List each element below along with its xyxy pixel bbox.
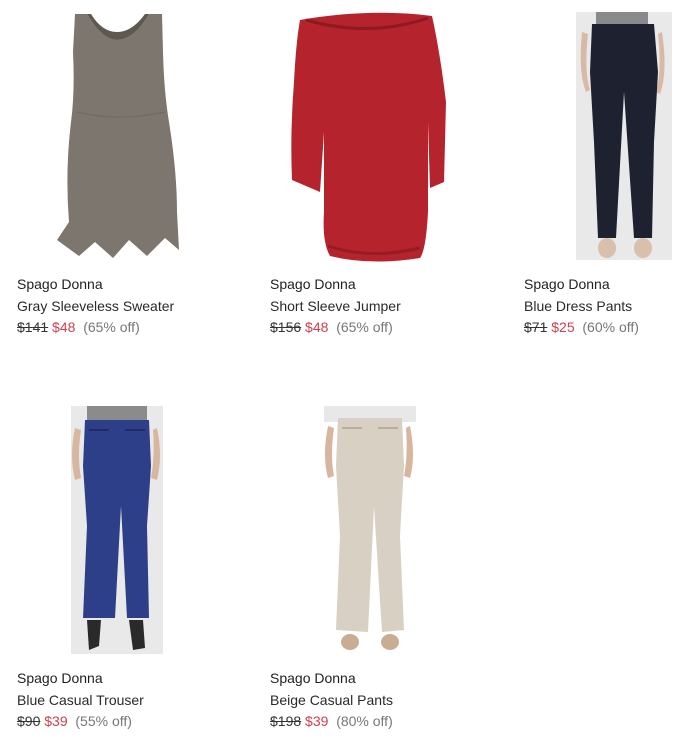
product-price: $156 $48 (65% off)	[270, 319, 393, 335]
gray-sleeveless-sweater-image	[57, 14, 179, 258]
product-name[interactable]: Blue Dress Pants	[524, 298, 632, 314]
product-brand: Spago Donna	[17, 670, 103, 686]
product-name[interactable]: Gray Sleeveless Sweater	[17, 298, 174, 314]
product-name[interactable]: Blue Casual Trouser	[17, 692, 144, 708]
product-card[interactable]: Spago Donna Gray Sleeveless Sweater $141…	[17, 12, 217, 335]
product-image[interactable]	[17, 12, 217, 268]
product-grid: Spago Donna Gray Sleeveless Sweater $141…	[0, 0, 678, 736]
product-card[interactable]: Spago Donna Beige Casual Pants $198 $39 …	[270, 406, 470, 729]
blue-casual-trouser-image	[71, 406, 163, 654]
product-image[interactable]	[270, 12, 470, 268]
product-card[interactable]: Spago Donna Blue Casual Trouser $90 $39 …	[17, 406, 217, 729]
product-price: $90 $39 (55% off)	[17, 713, 132, 729]
product-card[interactable]: Spago Donna Blue Dress Pants $71 $25 (60…	[524, 12, 678, 335]
product-brand: Spago Donna	[17, 276, 103, 292]
original-price: $156	[270, 319, 302, 335]
blue-dress-pants-image	[576, 12, 672, 260]
sale-price: $39	[305, 713, 329, 729]
discount-label: (55% off)	[75, 713, 132, 729]
product-price: $71 $25 (60% off)	[524, 319, 639, 335]
sale-price: $48	[305, 319, 329, 335]
product-image[interactable]	[17, 406, 217, 662]
red-short-sleeve-jumper-image	[291, 12, 446, 262]
sale-price: $48	[52, 319, 76, 335]
sale-price: $39	[44, 713, 68, 729]
discount-label: (65% off)	[83, 319, 140, 335]
original-price: $71	[524, 319, 548, 335]
beige-casual-pants-image	[324, 406, 416, 650]
product-price: $198 $39 (80% off)	[270, 713, 393, 729]
product-image[interactable]	[270, 406, 470, 662]
original-price: $90	[17, 713, 41, 729]
product-price: $141 $48 (65% off)	[17, 319, 140, 335]
original-price: $198	[270, 713, 302, 729]
product-name[interactable]: Short Sleeve Jumper	[270, 298, 401, 314]
original-price: $141	[17, 319, 49, 335]
discount-label: (60% off)	[582, 319, 639, 335]
product-image[interactable]	[524, 12, 678, 268]
product-card[interactable]: Spago Donna Short Sleeve Jumper $156 $48…	[270, 12, 470, 335]
product-name[interactable]: Beige Casual Pants	[270, 692, 393, 708]
discount-label: (65% off)	[336, 319, 393, 335]
product-brand: Spago Donna	[270, 670, 356, 686]
product-brand: Spago Donna	[270, 276, 356, 292]
discount-label: (80% off)	[336, 713, 393, 729]
sale-price: $25	[551, 319, 575, 335]
product-brand: Spago Donna	[524, 276, 610, 292]
